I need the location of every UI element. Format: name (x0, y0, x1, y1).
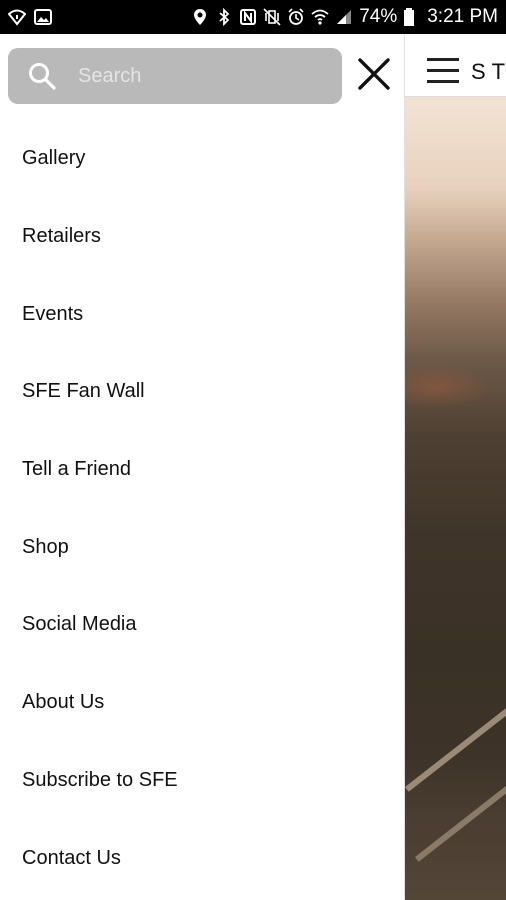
menu-item-fan-wall[interactable]: SFE Fan Wall (0, 353, 405, 431)
battery-percent: 74% (359, 6, 398, 27)
search-bar[interactable] (8, 48, 342, 104)
background-app-header: STA (405, 34, 506, 97)
clock: 3:21 PM (427, 6, 498, 27)
menu-item-about-us[interactable]: About Us (0, 664, 405, 742)
wifi-alert-icon (7, 8, 27, 26)
highway-road (405, 700, 506, 792)
bluetooth-icon (215, 7, 233, 27)
wifi-icon (311, 8, 329, 26)
hamburger-menu-icon[interactable] (427, 58, 459, 84)
hero-landscape-image (405, 97, 506, 900)
menu-item-shop[interactable]: Shop (0, 508, 405, 586)
brand-title: STA (471, 59, 506, 84)
battery-icon (403, 8, 421, 26)
menu-item-tell-a-friend[interactable]: Tell a Friend (0, 431, 405, 509)
menu-item-events[interactable]: Events (0, 275, 405, 353)
drawer-menu: Gallery Retailers Events SFE Fan Wall Te… (0, 120, 405, 897)
menu-item-social-media[interactable]: Social Media (0, 586, 405, 664)
vibrate-mute-icon (263, 8, 281, 26)
alarm-icon (287, 8, 305, 26)
menu-item-retailers[interactable]: Retailers (0, 198, 405, 276)
background-app: STA (405, 34, 506, 900)
status-bar: 74% 3:21 PM (0, 0, 506, 34)
search-icon (28, 62, 56, 90)
menu-item-subscribe[interactable]: Subscribe to SFE (0, 742, 405, 820)
close-icon (357, 57, 391, 96)
highway-road (415, 770, 506, 862)
navigation-drawer: Gallery Retailers Events SFE Fan Wall Te… (0, 34, 405, 900)
signal-icon (335, 8, 353, 26)
menu-item-contact-us[interactable]: Contact Us (0, 819, 405, 897)
close-button[interactable] (356, 57, 392, 96)
nfc-icon (239, 8, 257, 26)
location-icon (191, 8, 209, 26)
search-input[interactable] (78, 60, 328, 92)
menu-item-gallery[interactable]: Gallery (0, 120, 405, 198)
image-notification-icon (34, 8, 52, 26)
